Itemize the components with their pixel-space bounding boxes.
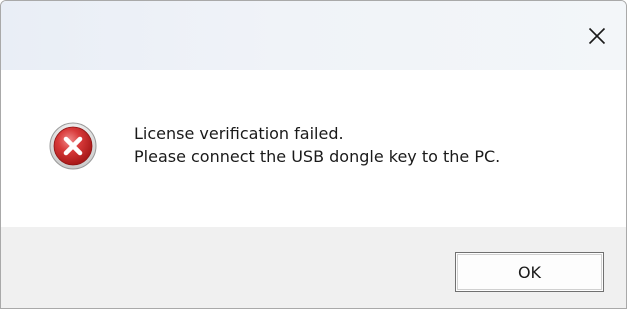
error-icon (49, 122, 97, 170)
message-line-1: License verification failed. (134, 124, 344, 143)
title-bar (1, 1, 626, 70)
dialog-content: License verification failed. Please conn… (1, 70, 626, 227)
button-bar: OK (1, 227, 626, 308)
error-dialog: License verification failed. Please conn… (0, 0, 627, 309)
error-message: License verification failed. Please conn… (134, 122, 500, 168)
close-icon (588, 27, 606, 44)
ok-button[interactable]: OK (455, 252, 604, 292)
message-line-2: Please connect the USB dongle key to the… (134, 147, 501, 166)
close-button[interactable] (568, 1, 626, 70)
